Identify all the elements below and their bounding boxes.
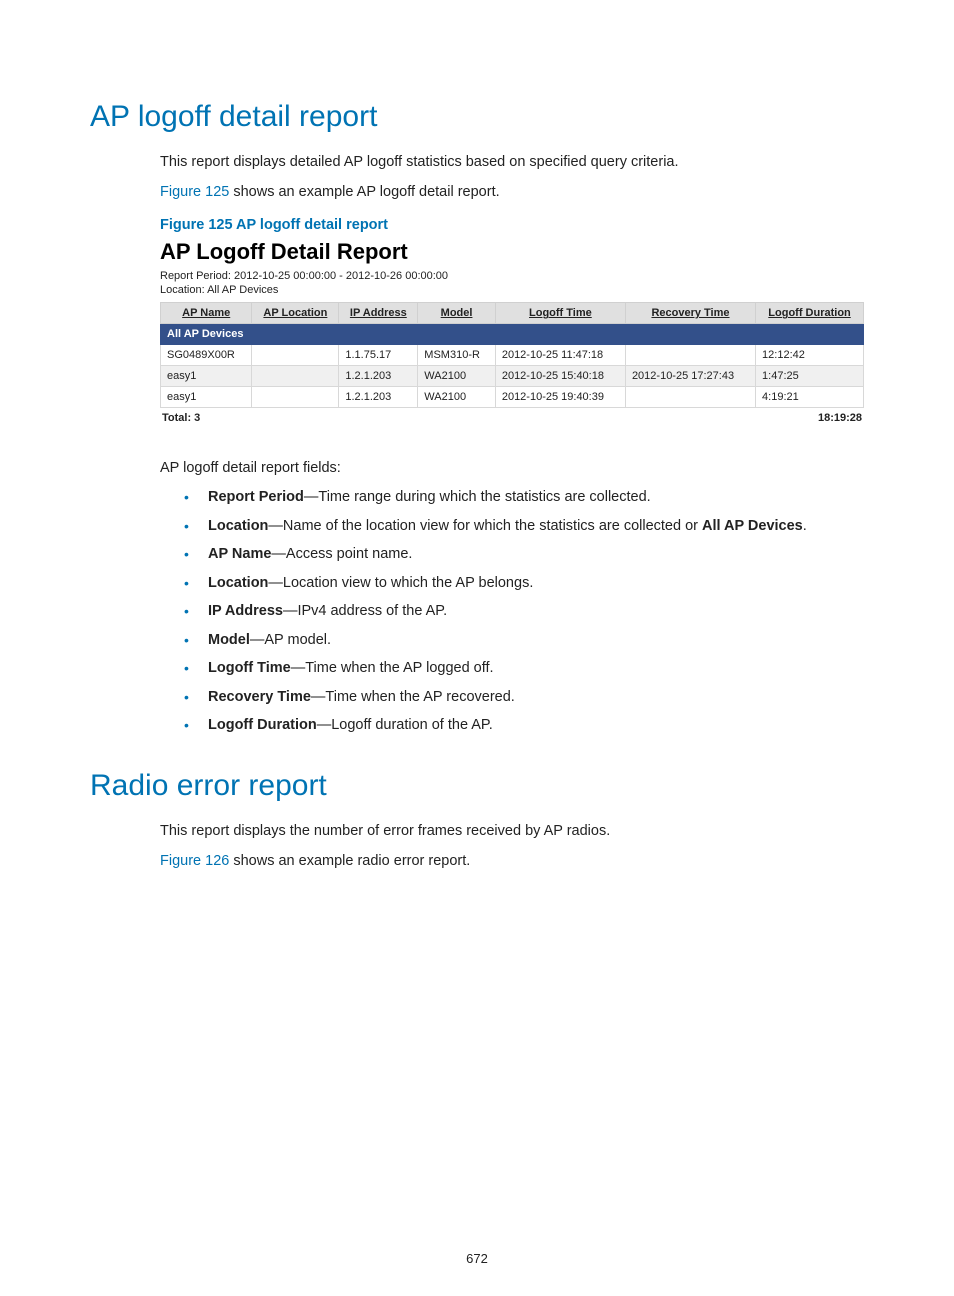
totals-row: Total: 3 18:19:28 <box>160 408 864 424</box>
list-item: Recovery Time—Time when the AP recovered… <box>184 686 864 708</box>
fields-list: Report Period—Time range during which th… <box>160 486 864 736</box>
cell-recov <box>625 345 755 366</box>
list-item: Model—AP model. <box>184 629 864 651</box>
section-title-radio-error: Radio error report <box>90 769 864 803</box>
report-period: Report Period: 2012-10-25 00:00:00 - 201… <box>160 269 864 284</box>
col-ip-address: IP Address <box>339 303 418 324</box>
cell-ap-name: SG0489X00R <box>161 345 252 366</box>
list-item: Report Period—Time range during which th… <box>184 486 864 508</box>
list-item: IP Address—IPv4 address of the AP. <box>184 600 864 622</box>
cell-recov: 2012-10-25 17:27:43 <box>625 366 755 387</box>
report-title: AP Logoff Detail Report <box>160 239 864 265</box>
table-row: easy1 1.2.1.203 WA2100 2012-10-25 15:40:… <box>161 366 864 387</box>
col-model: Model <box>418 303 496 324</box>
cell-dur: 1:47:25 <box>756 366 864 387</box>
cell-logoff: 2012-10-25 11:47:18 <box>495 345 625 366</box>
cell-model: MSM310-R <box>418 345 496 366</box>
figure-reference-tail-2: shows an example radio error report. <box>229 853 470 869</box>
logoff-report-table: AP Name AP Location IP Address Model Log… <box>160 302 864 408</box>
table-header-row: AP Name AP Location IP Address Model Log… <box>161 303 864 324</box>
cell-ap-location <box>252 366 339 387</box>
table-row: SG0489X00R 1.1.75.17 MSM310-R 2012-10-25… <box>161 345 864 366</box>
figure-126-link[interactable]: Figure 126 <box>160 853 229 869</box>
cell-model: WA2100 <box>418 366 496 387</box>
report-location: Location: All AP Devices <box>160 283 864 298</box>
intro-paragraph: This report displays detailed AP logoff … <box>160 152 864 172</box>
cell-ap-name: easy1 <box>161 366 252 387</box>
figure-caption: Figure 125 AP logoff detail report <box>160 217 864 233</box>
list-item: Location—Name of the location view for w… <box>184 515 864 537</box>
cell-ip: 1.2.1.203 <box>339 366 418 387</box>
list-item: AP Name—Access point name. <box>184 543 864 565</box>
cell-recov <box>625 387 755 408</box>
figure-reference-line-2: Figure 126 shows an example radio error … <box>160 851 864 871</box>
figure-reference-tail: shows an example AP logoff detail report… <box>229 184 499 200</box>
group-label: All AP Devices <box>161 324 864 345</box>
col-ap-location: AP Location <box>252 303 339 324</box>
cell-dur: 4:19:21 <box>756 387 864 408</box>
cell-model: WA2100 <box>418 387 496 408</box>
col-logoff-time: Logoff Time <box>495 303 625 324</box>
cell-ap-name: easy1 <box>161 387 252 408</box>
list-item: Logoff Time—Time when the AP logged off. <box>184 657 864 679</box>
cell-logoff: 2012-10-25 15:40:18 <box>495 366 625 387</box>
list-item: Logoff Duration—Logoff duration of the A… <box>184 714 864 736</box>
cell-ap-location <box>252 387 339 408</box>
total-duration: 18:19:28 <box>818 412 862 424</box>
col-recovery-time: Recovery Time <box>625 303 755 324</box>
table-row: easy1 1.2.1.203 WA2100 2012-10-25 19:40:… <box>161 387 864 408</box>
total-count: Total: 3 <box>162 412 200 424</box>
col-logoff-duration: Logoff Duration <box>756 303 864 324</box>
cell-logoff: 2012-10-25 19:40:39 <box>495 387 625 408</box>
figure-125-link[interactable]: Figure 125 <box>160 184 229 200</box>
group-row: All AP Devices <box>161 324 864 345</box>
list-item: Location—Location view to which the AP b… <box>184 572 864 594</box>
col-ap-name: AP Name <box>161 303 252 324</box>
cell-ap-location <box>252 345 339 366</box>
fields-intro: AP logoff detail report fields: <box>160 460 864 476</box>
page-number: 672 <box>0 1251 954 1266</box>
cell-ip: 1.2.1.203 <box>339 387 418 408</box>
section-title-ap-logoff: AP logoff detail report <box>90 100 864 134</box>
cell-dur: 12:12:42 <box>756 345 864 366</box>
figure-reference-line: Figure 125 shows an example AP logoff de… <box>160 182 864 202</box>
cell-ip: 1.1.75.17 <box>339 345 418 366</box>
radio-intro-paragraph: This report displays the number of error… <box>160 821 864 841</box>
